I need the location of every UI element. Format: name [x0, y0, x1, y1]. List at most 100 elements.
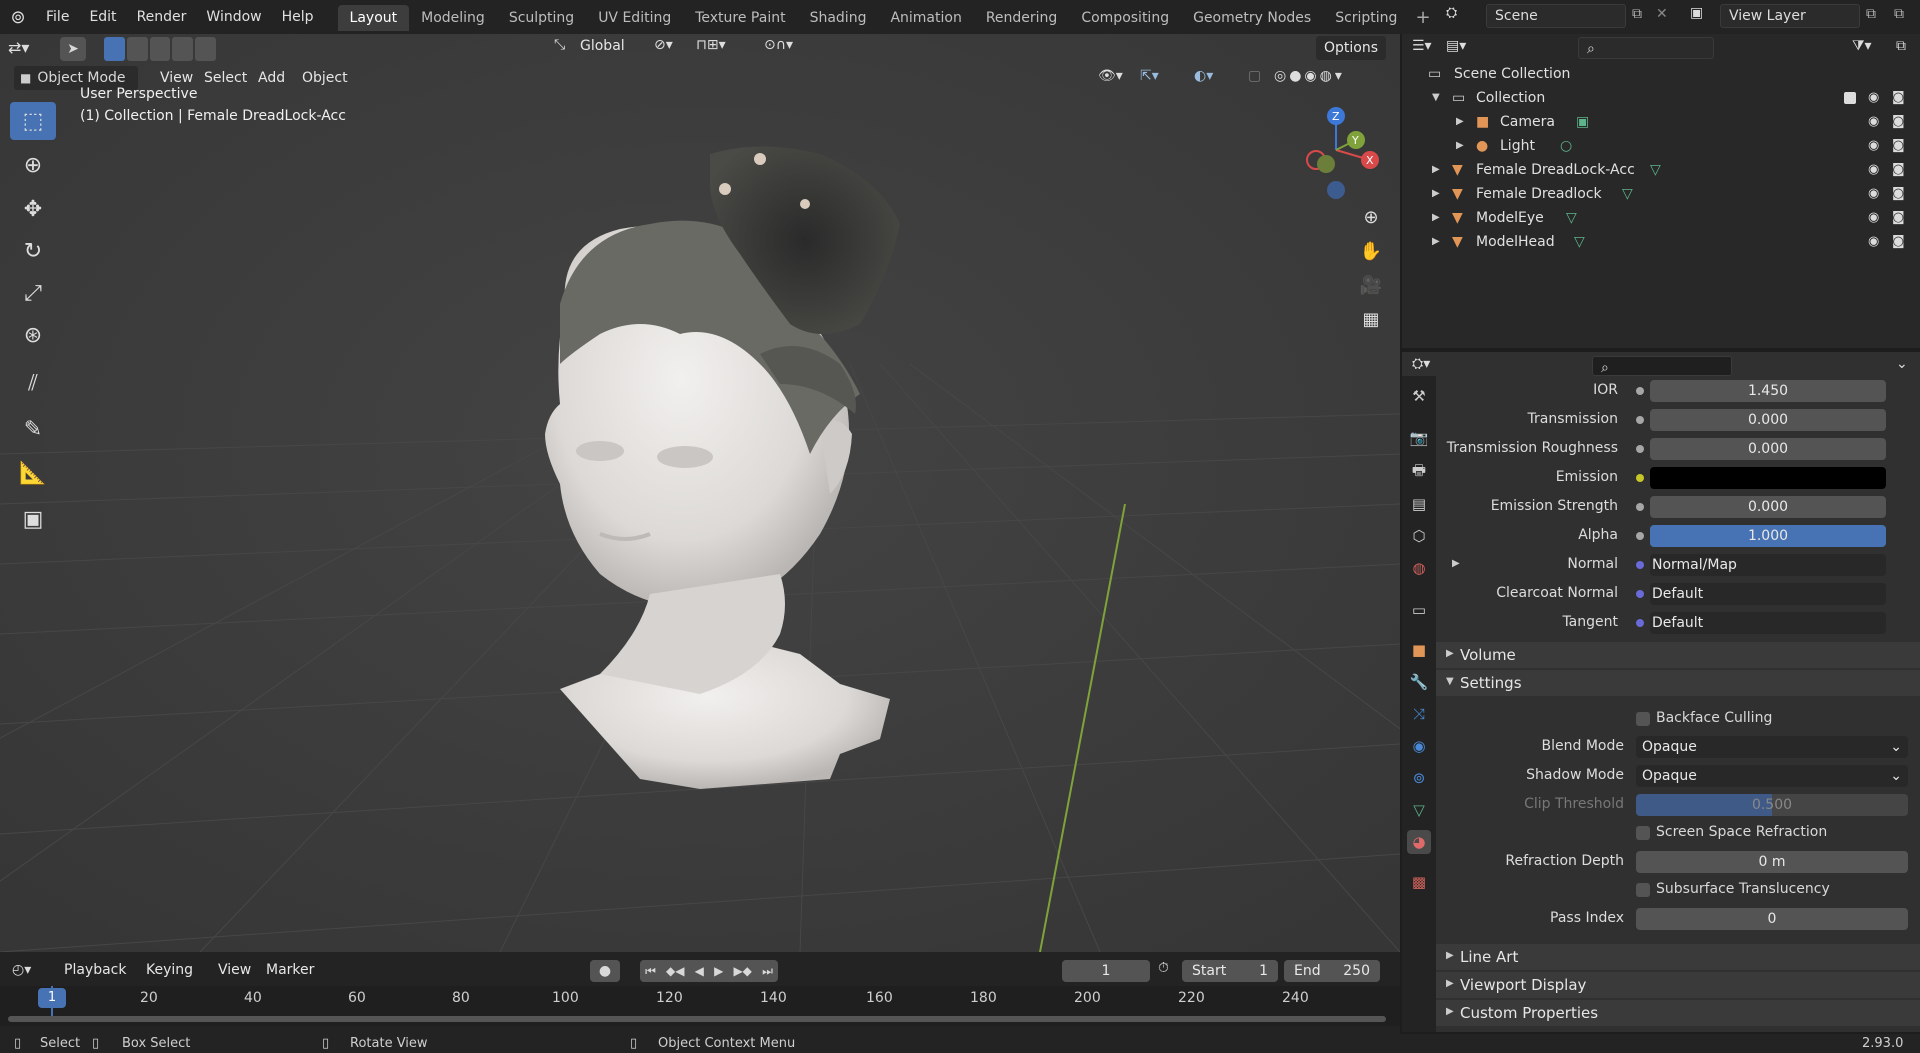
jump-end-icon[interactable]: ⏭	[762, 960, 773, 982]
select-new-icon[interactable]	[104, 37, 125, 61]
eye-icon[interactable]: ◉	[1868, 139, 1884, 152]
timeline-menu-playback[interactable]: Playback	[56, 958, 134, 982]
eye-icon[interactable]: ◉	[1868, 235, 1884, 248]
ssr-checkbox[interactable]	[1636, 826, 1650, 840]
backface-culling-checkbox[interactable]	[1636, 712, 1650, 726]
visibility-icon[interactable]: 👁▾	[1098, 68, 1123, 84]
tweak-select-tool[interactable]: ⬚	[10, 102, 56, 140]
remove-view-layer-icon[interactable]: ⧉	[1894, 6, 1904, 22]
eye-icon[interactable]: ◉	[1868, 115, 1884, 128]
menu-help[interactable]: Help	[272, 0, 324, 34]
display-mode-icon[interactable]: ▤▾	[1446, 38, 1466, 54]
pivot-point-icon[interactable]: ⊘▾	[654, 37, 673, 53]
particles-tab-icon[interactable]: ⤨	[1407, 702, 1431, 726]
menu-render[interactable]: Render	[127, 0, 197, 34]
camera-render-icon[interactable]: ◙	[1892, 163, 1908, 176]
jump-start-icon[interactable]: ⏮	[645, 960, 656, 982]
modifier-tab-icon[interactable]: 🔧	[1407, 670, 1431, 694]
tab-scripting[interactable]: Scripting	[1323, 5, 1409, 31]
settings-section[interactable]: ▼ Settings	[1436, 670, 1920, 696]
outliner-row-female-dreadlock[interactable]: ▶ ▼ Female Dreadlock ▽ ◉ ◙	[1402, 182, 1920, 206]
socket-dot[interactable]	[1636, 561, 1644, 569]
tab-rendering[interactable]: Rendering	[974, 5, 1070, 31]
viewport-menu-object[interactable]: Object	[294, 66, 356, 90]
filter-icon[interactable]: ⧩▾	[1852, 38, 1872, 54]
transform-tool[interactable]: ⊛	[10, 316, 56, 354]
blender-logo-icon[interactable]: ⊚	[0, 7, 36, 28]
select-tool-icon[interactable]: ➤	[60, 37, 86, 61]
annotate-line-tool[interactable]: ✎	[10, 410, 56, 448]
socket-dot[interactable]	[1636, 474, 1644, 482]
playhead[interactable]: 1	[38, 988, 66, 1008]
new-scene-icon[interactable]: ⧉	[1632, 6, 1642, 22]
tab-compositing[interactable]: Compositing	[1069, 5, 1181, 31]
camera-render-icon[interactable]: ◙	[1892, 139, 1908, 152]
end-frame-field[interactable]: End 250	[1284, 960, 1380, 982]
camera-render-icon[interactable]: ◙	[1892, 187, 1908, 200]
emission-color-field[interactable]	[1650, 467, 1886, 489]
annotate-tool[interactable]: ⫽	[10, 364, 56, 402]
transmission-roughness-field[interactable]: 0.000	[1650, 438, 1886, 460]
stopwatch-icon[interactable]: ⏱	[1158, 960, 1169, 976]
pan-hand-icon[interactable]: ✋	[1356, 236, 1386, 266]
eye-icon[interactable]: ◉	[1868, 211, 1884, 224]
proportional-edit-icon[interactable]: ⊙∩▾	[764, 37, 793, 53]
new-view-layer-icon[interactable]: ⧉	[1866, 6, 1876, 22]
expand-icon[interactable]: ▼	[1432, 86, 1440, 110]
camera-render-icon[interactable]: ◙	[1892, 115, 1908, 128]
tab-uv-editing[interactable]: UV Editing	[586, 5, 683, 31]
camera-render-icon[interactable]: ◙	[1892, 91, 1908, 104]
emission-strength-field[interactable]: 0.000	[1650, 496, 1886, 518]
texture-tab-icon[interactable]: ▩	[1407, 870, 1431, 894]
refraction-depth-field[interactable]: 0 m	[1636, 851, 1908, 873]
expand-icon[interactable]: ▶	[1432, 182, 1440, 206]
add-cube-tool[interactable]: ▣	[10, 500, 56, 538]
menu-window[interactable]: Window	[196, 0, 271, 34]
outliner-search-input[interactable]: ⌕	[1578, 37, 1714, 59]
options-dropdown[interactable]: Options	[1316, 36, 1387, 60]
pass-index-field[interactable]: 0	[1636, 908, 1908, 930]
outliner-editor-icon[interactable]: ☰▾	[1412, 38, 1432, 54]
grid-perspective-icon[interactable]: ▦	[1356, 304, 1386, 334]
scene-selector[interactable]: Scene	[1486, 4, 1626, 28]
move-tool[interactable]: ✥	[10, 190, 56, 228]
properties-search-input[interactable]: ⌕	[1592, 356, 1732, 376]
tool-tab-icon[interactable]: ⚒	[1407, 384, 1431, 408]
socket-dot[interactable]	[1636, 532, 1644, 540]
volume-section[interactable]: ▶ Volume	[1436, 642, 1920, 668]
socket-dot[interactable]	[1636, 387, 1644, 395]
3d-viewport[interactable]: ⇄▾ ➤ ⤡ Global ⊘▾ ⊓⊞▾ ⊙∩▾ Options ■ Objec…	[0, 34, 1400, 952]
output-tab-icon[interactable]: 🖶	[1407, 460, 1431, 484]
socket-dot[interactable]	[1636, 445, 1644, 453]
select-intersect-icon[interactable]	[195, 37, 216, 61]
tab-shading[interactable]: Shading	[798, 5, 879, 31]
ior-field[interactable]: 1.450	[1650, 380, 1886, 402]
clearcoat-normal-field[interactable]: Default	[1650, 583, 1886, 605]
editor-type-icon[interactable]: ⇄▾	[8, 38, 48, 62]
outliner-row-light[interactable]: ▶ ● Light ○ ◉ ◙	[1402, 134, 1920, 158]
cursor-tool[interactable]: ⊕	[10, 146, 56, 184]
shadow-mode-dropdown[interactable]: Opaque ⌄	[1636, 765, 1908, 787]
measure-tool[interactable]: 📐	[10, 454, 56, 492]
record-icon[interactable]: ●	[590, 960, 620, 982]
add-workspace-icon[interactable]: +	[1409, 7, 1436, 28]
collection-checkbox[interactable]	[1844, 92, 1856, 104]
material-tab-icon[interactable]: ◕	[1407, 830, 1431, 854]
new-collection-icon[interactable]: ⧉	[1896, 38, 1906, 54]
expand-icon[interactable]: ▶	[1432, 158, 1440, 182]
tab-geometry-nodes[interactable]: Geometry Nodes	[1181, 5, 1323, 31]
overlay-toggle-icon[interactable]: ◐▾	[1194, 68, 1213, 84]
chevron-down-icon[interactable]: ⌄	[1896, 356, 1908, 372]
gizmo-toggle-icon[interactable]: ⇱▾	[1140, 68, 1159, 84]
normal-input-field[interactable]: Normal/Map	[1650, 554, 1886, 576]
prev-keyframe-icon[interactable]: ◆◀	[666, 960, 684, 982]
constraints-tab-icon[interactable]: ⊚	[1407, 766, 1431, 790]
close-icon[interactable]: ✕	[1656, 6, 1668, 22]
eye-icon[interactable]: ◉	[1868, 91, 1884, 104]
data-tab-icon[interactable]: ▽	[1407, 798, 1431, 822]
tab-sculpting[interactable]: Sculpting	[497, 5, 586, 31]
world-tab-icon[interactable]: ◍	[1407, 556, 1431, 580]
properties-editor-icon[interactable]: ⛭▾	[1412, 356, 1430, 372]
collection-tab-icon[interactable]: ▭	[1407, 598, 1431, 622]
blend-mode-dropdown[interactable]: Opaque ⌄	[1636, 736, 1908, 758]
